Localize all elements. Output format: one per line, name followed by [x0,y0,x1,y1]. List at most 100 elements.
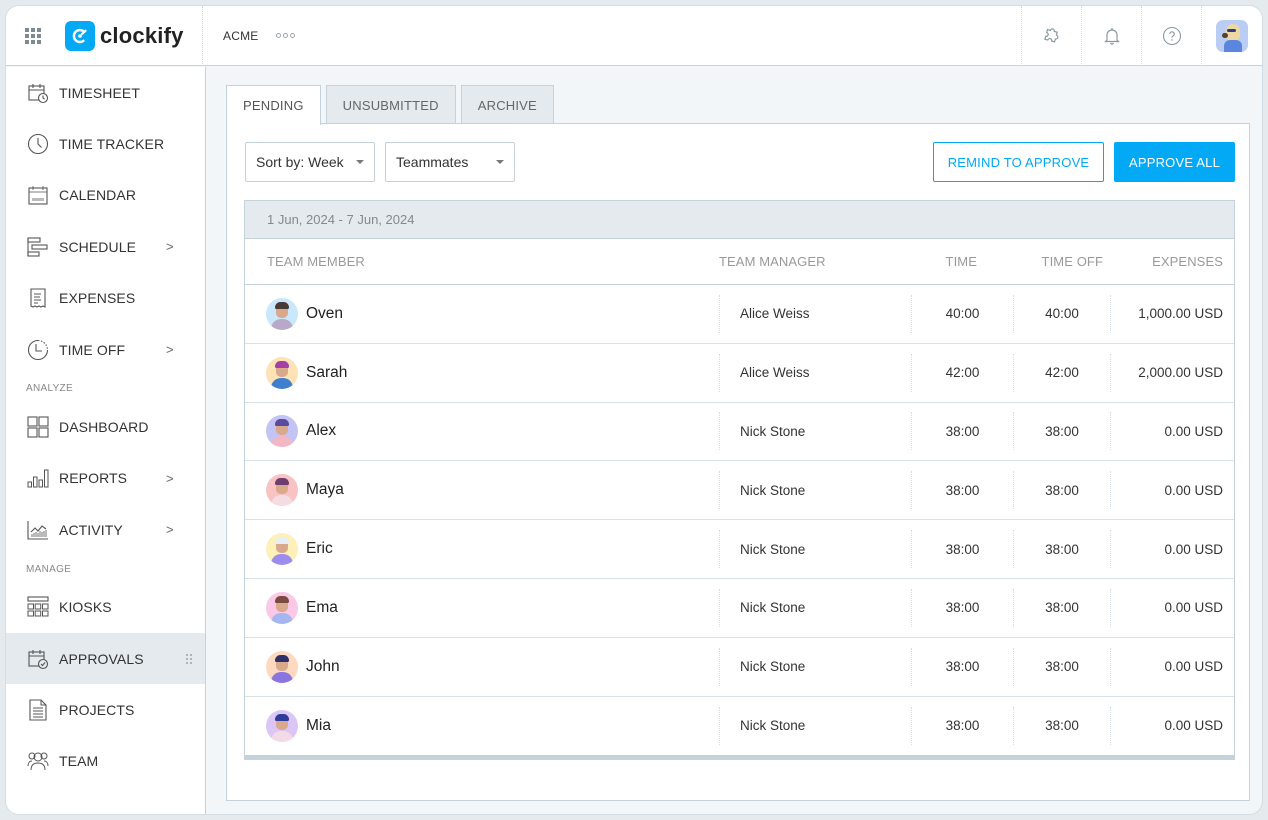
member-cell: Oven [245,297,719,330]
header-divider [202,6,203,66]
sidebar-item-label: SCHEDULE [59,238,137,255]
table-row[interactable]: John Nick Stone 38:00 38:00 0.00 USD [245,638,1234,697]
sidebar-item-schedule[interactable]: SCHEDULE > [6,221,205,272]
chevron-right-icon[interactable]: > [166,471,174,486]
sort-by-select[interactable]: Sort by: Week [245,142,375,182]
expenses-cell: 0.00 USD [1110,412,1234,451]
caret-down-icon [496,160,504,164]
user-menu[interactable] [1201,6,1262,66]
sidebar-item-kiosks[interactable]: KIOSKS [6,582,205,633]
column-header-expenses: EXPENSES [1152,254,1223,269]
member-name: Alex [306,422,337,440]
sidebar-section-analyze: ANALYZE [26,383,73,395]
tab-pending[interactable]: PENDING [226,85,321,125]
table-row[interactable]: Sarah Alice Weiss 42:00 42:00 2,000.00 U… [245,344,1234,403]
member-name: Maya [306,481,344,499]
sidebar-item-calendar[interactable]: CALENDAR [6,170,205,221]
week-range: 1 Jun, 2024 - 7 Jun, 2024 [245,201,1234,239]
sort-by-value: Sort by: Week [256,154,344,170]
time-off-cell: 40:00 [1013,294,1110,333]
member-cell: Mia [245,709,719,742]
apps-menu-button[interactable] [6,6,60,66]
chevron-right-icon[interactable]: > [166,522,174,537]
sidebar-item-time-off[interactable]: TIME OFF > [6,324,205,375]
member-name: John [306,657,340,675]
sidebar-item-label: REPORTS [59,470,128,487]
help-button[interactable] [1141,6,1201,66]
integrations-button[interactable] [1021,6,1081,66]
column-header-member: TEAM MEMBER [267,254,365,269]
member-cell: Maya [245,474,719,507]
table-row[interactable]: Eric Nick Stone 38:00 38:00 0.00 USD [245,520,1234,579]
chevron-right-icon[interactable]: > [166,342,174,357]
sidebar-item-expenses[interactable]: EXPENSES [6,273,205,324]
workspace-more-button[interactable] [276,33,296,38]
expenses-cell: 0.00 USD [1110,471,1234,510]
sidebar-item-label: TIME TRACKER [59,136,165,153]
sidebar-item-activity[interactable]: ACTIVITY > [6,504,205,555]
time-cell: 38:00 [911,588,1013,627]
tab-archive[interactable]: ARCHIVE [460,85,554,124]
column-header-manager: TEAM MANAGER [719,254,826,269]
sidebar-item-label: TIMESHEET [59,84,141,101]
member-avatar [266,533,298,566]
table-body: Oven Alice Weiss 40:00 40:00 1,000.00 US… [245,285,1234,755]
notifications-button[interactable] [1081,6,1141,66]
table-row[interactable]: Maya Nick Stone 38:00 38:00 0.00 USD [245,461,1234,521]
member-name: Eric [306,540,333,558]
manager-cell: Nick Stone [719,588,911,627]
manager-cell: Nick Stone [719,647,911,686]
approve-all-button[interactable]: APPROVE ALL [1114,142,1235,182]
column-header-time-off: TIME OFF [1041,254,1103,269]
column-header-time: TIME [945,254,977,269]
drag-handle-icon[interactable] [186,653,192,664]
sidebar-item-team[interactable]: TEAM [6,736,205,787]
approvals-panel: Sort by: Week Teammates REMIND TO APPROV… [226,123,1250,801]
sidebar-item-label: EXPENSES [59,290,136,307]
table-row[interactable]: Mia Nick Stone 38:00 38:00 0.00 USD [245,697,1234,756]
member-cell: Alex [245,415,719,448]
table-header: TEAM MEMBER TEAM MANAGER TIME TIME OFF E… [245,239,1234,285]
time-off-cell: 42:00 [1013,353,1110,392]
table-row[interactable]: Alex Nick Stone 38:00 38:00 0.00 USD [245,403,1234,462]
manager-cell: Nick Stone [719,471,911,510]
member-avatar [266,650,298,683]
time-cell: 38:00 [911,412,1013,451]
sidebar-item-approvals[interactable]: APPROVALS [6,632,205,685]
tab-unsubmitted[interactable]: UNSUBMITTED [325,85,456,124]
manager-cell: Nick Stone [719,412,911,451]
table-row[interactable]: Ema Nick Stone 38:00 38:00 0.00 USD [245,579,1234,638]
approval-tabs: PENDING UNSUBMITTED ARCHIVE [226,85,554,125]
expenses-cell: 2,000.00 USD [1110,353,1234,392]
time-off-cell: 38:00 [1013,647,1110,686]
table-row[interactable]: Oven Alice Weiss 40:00 40:00 1,000.00 US… [245,285,1234,344]
approvals-table: 1 Jun, 2024 - 7 Jun, 2024 TEAM MEMBER TE… [244,200,1235,761]
sidebar-item-reports[interactable]: REPORTS > [6,453,205,504]
sidebar-item-timesheet[interactable]: TIMESHEET [6,67,205,118]
manager-cell: Alice Weiss [719,353,911,392]
time-off-cell: 38:00 [1013,471,1110,510]
expenses-cell: 0.00 USD [1110,706,1234,745]
workspace-name[interactable]: ACME [223,29,258,43]
sidebar-item-label: APPROVALS [59,650,144,667]
sidebar-section-manage: MANAGE [26,563,72,575]
sidebar-item-dashboard[interactable]: DASHBOARD [6,401,205,452]
sidebar-item-label: TIME OFF [59,341,126,358]
clockify-logo[interactable]: clockify [60,6,202,66]
teammates-filter-select[interactable]: Teammates [385,142,515,182]
member-cell: Ema [245,591,719,624]
sidebar-item-label: CALENDAR [59,187,137,204]
chevron-right-icon[interactable]: > [166,239,174,254]
sidebar-item-projects[interactable]: PROJECTS [6,684,205,735]
calendar-icon [27,184,49,206]
sidebar-item-time-tracker[interactable]: TIME TRACKER [6,118,205,169]
time-cell: 38:00 [911,530,1013,569]
clockify-logo-icon [65,20,95,51]
expenses-cell: 0.00 USD [1110,647,1234,686]
expenses-cell: 0.00 USD [1110,588,1234,627]
expenses-cell: 0.00 USD [1110,530,1234,569]
time-cell: 38:00 [911,471,1013,510]
member-avatar [266,415,298,448]
remind-to-approve-button[interactable]: REMIND TO APPROVE [933,142,1104,182]
member-avatar [266,591,298,624]
